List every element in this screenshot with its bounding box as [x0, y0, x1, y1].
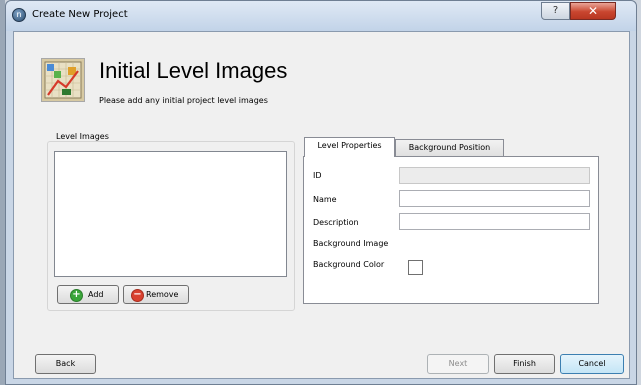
- add-button[interactable]: + Add: [57, 285, 119, 304]
- window-title: Create New Project: [32, 9, 128, 20]
- app-icon: n: [12, 8, 26, 22]
- background-color-label: Background Color: [313, 260, 385, 269]
- level-images-list[interactable]: [54, 151, 287, 277]
- tab-level-properties[interactable]: Level Properties: [304, 137, 395, 157]
- description-label: Description: [313, 218, 359, 227]
- level-images-group-label: Level Images: [54, 132, 111, 141]
- remove-button-label: Remove: [146, 290, 179, 299]
- green-plus-circle-icon: +: [70, 289, 83, 302]
- description-field[interactable]: [399, 213, 590, 230]
- finish-button[interactable]: Finish: [494, 354, 555, 374]
- name-field[interactable]: [399, 190, 590, 207]
- cancel-button[interactable]: Cancel: [560, 354, 624, 374]
- name-label: Name: [313, 195, 337, 204]
- page-subtitle: Please add any initial project level ima…: [99, 96, 268, 105]
- help-button[interactable]: ?: [541, 2, 570, 20]
- level-images-icon: [41, 58, 85, 102]
- remove-button[interactable]: − Remove: [123, 285, 189, 304]
- background-image-label: Background Image: [313, 239, 389, 248]
- close-button[interactable]: ✕: [570, 2, 616, 20]
- add-button-label: Add: [88, 290, 104, 299]
- level-images-icon-graphic: [44, 61, 82, 99]
- id-field: [399, 167, 590, 184]
- red-minus-circle-icon: −: [131, 289, 144, 302]
- back-button[interactable]: Back: [35, 354, 96, 374]
- background-color-swatch[interactable]: [408, 260, 423, 275]
- tab-background-position[interactable]: Background Position: [395, 139, 504, 157]
- title-bar[interactable]: n Create New Project ? ✕: [6, 1, 636, 31]
- next-button[interactable]: Next: [427, 354, 489, 374]
- id-label: ID: [313, 171, 322, 180]
- page-title: Initial Level Images: [99, 58, 288, 83]
